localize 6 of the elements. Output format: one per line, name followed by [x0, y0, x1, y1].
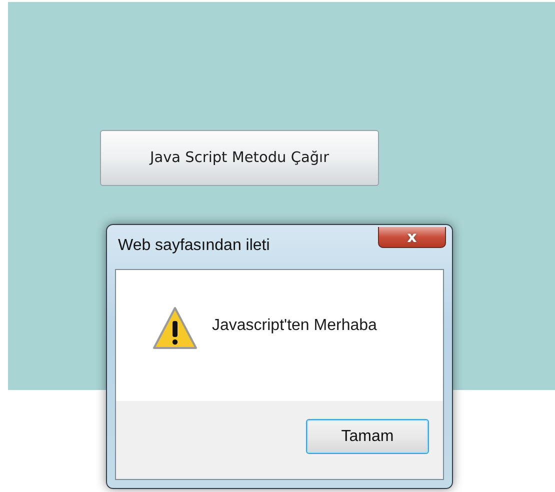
dialog-title: Web sayfasından ileti	[118, 237, 270, 255]
ok-button[interactable]: Tamam	[306, 419, 429, 454]
dialog-message: Javascript'ten Merhaba	[212, 316, 377, 334]
warning-icon	[152, 306, 198, 350]
close-button[interactable]: x	[378, 227, 446, 248]
call-method-button[interactable]: Java Script Metodu Çağır	[100, 130, 379, 186]
